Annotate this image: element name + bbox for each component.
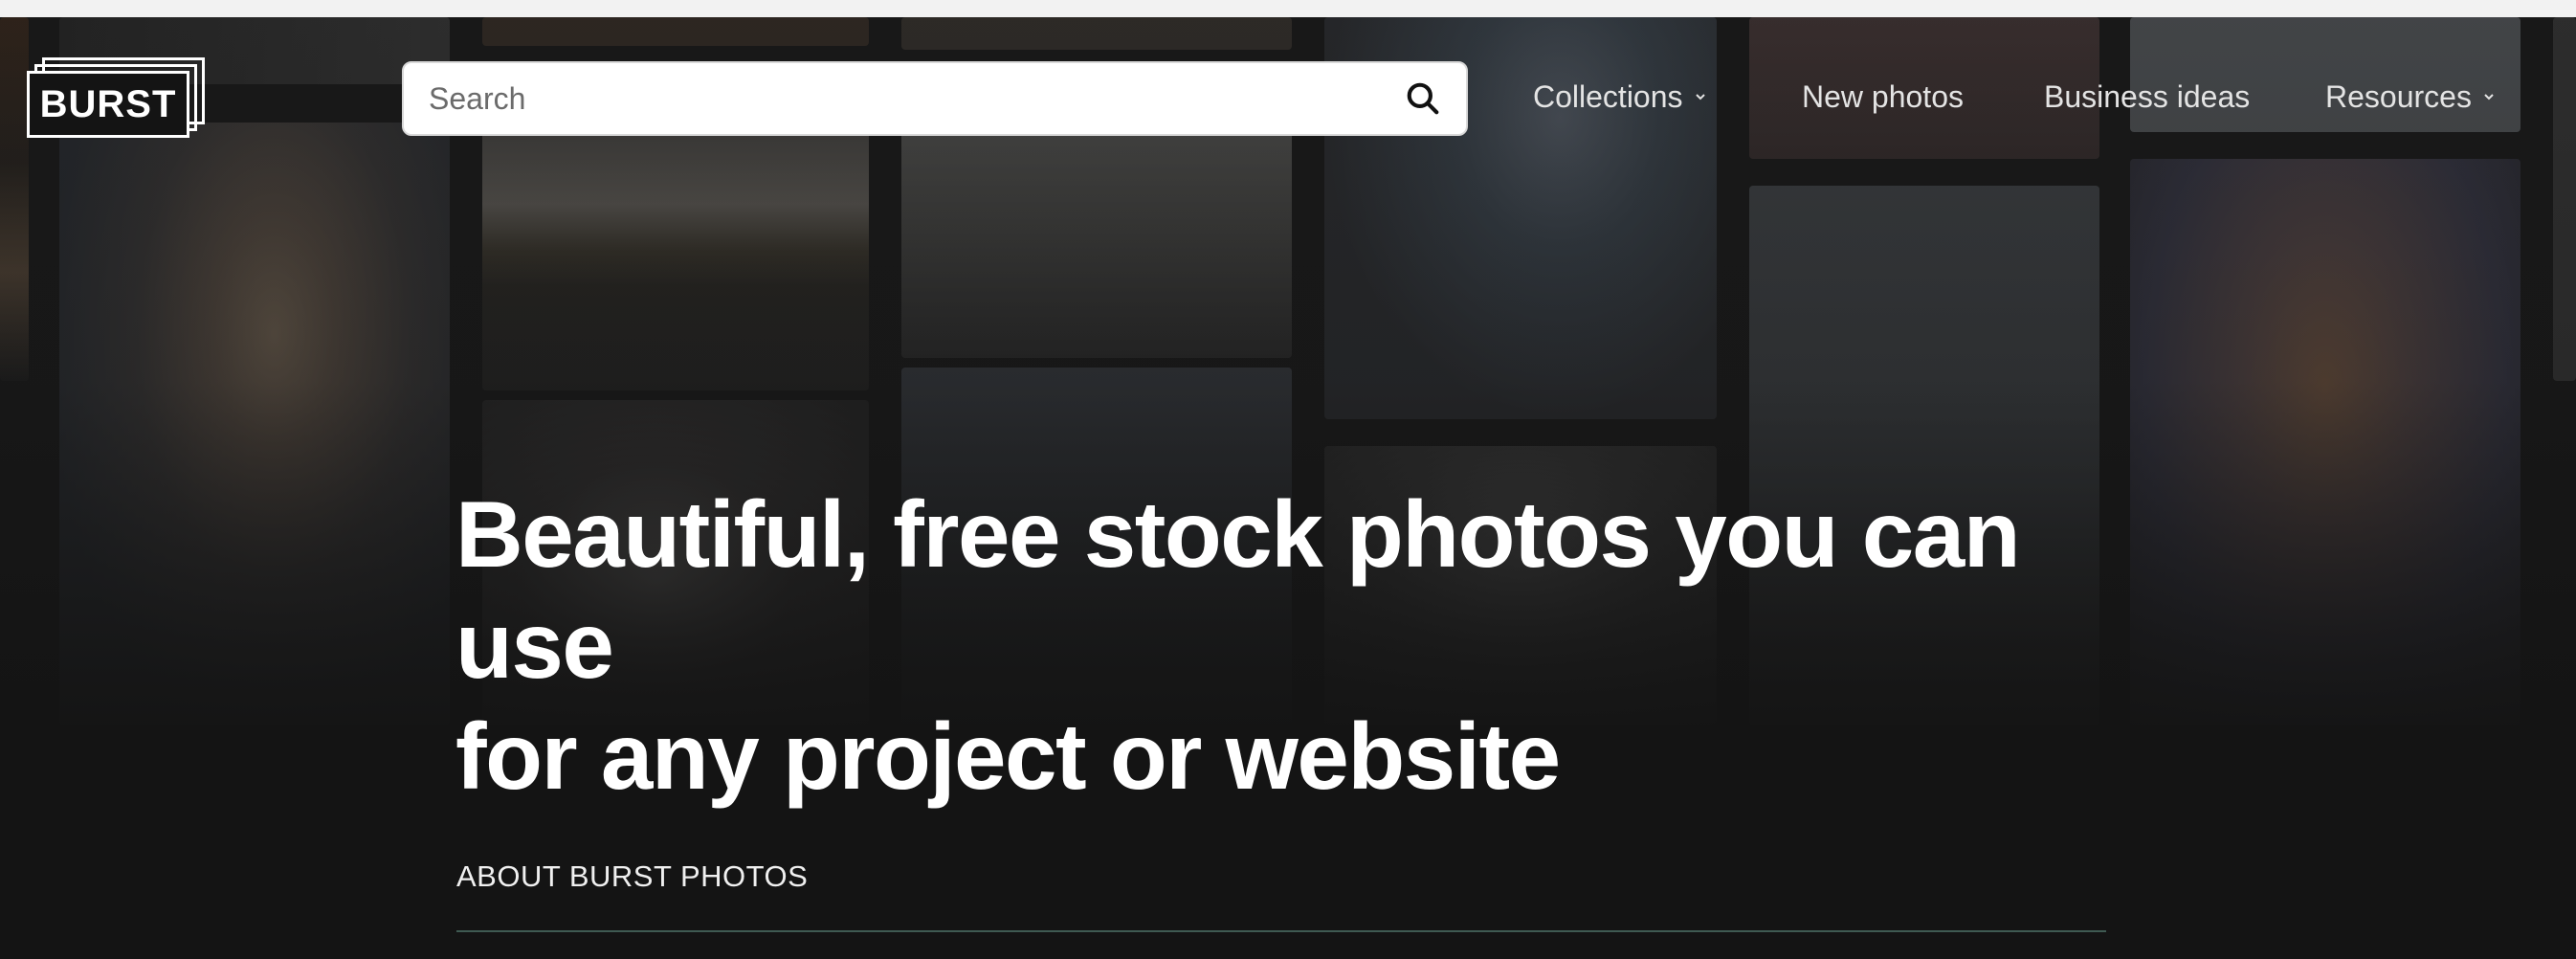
nav-collections-label: Collections [1533,78,1683,114]
top-strip [0,0,2576,17]
nav-new-photos[interactable]: New photos [1802,75,1964,119]
hero-headline-line-1: Beautiful, free stock photos you can use [455,481,2021,698]
search-input[interactable] [404,80,1380,117]
search-icon[interactable] [1380,63,1466,134]
nav-business-ideas[interactable]: Business ideas [2044,75,2250,119]
hero-headline-line-2: for any project or website [455,703,1561,809]
logo-text: BURST [27,71,189,138]
nav-resources-label: Resources [2325,78,2472,114]
burst-logo[interactable]: BURST [27,57,205,138]
chevron-down-icon [2481,89,2497,104]
hero-headline: Beautiful, free stock photos you can use… [455,479,2178,812]
nav-business-ideas-label: Business ideas [2044,78,2251,114]
nav-resources[interactable]: Resources [2325,75,2497,119]
section-divider [456,930,2106,932]
search-bar [402,61,1468,136]
about-heading: ABOUT BURST PHOTOS [456,859,809,893]
nav-collections[interactable]: Collections [1533,75,1708,119]
chevron-down-icon [1693,89,1708,104]
nav-new-photos-label: New photos [1802,78,1964,114]
